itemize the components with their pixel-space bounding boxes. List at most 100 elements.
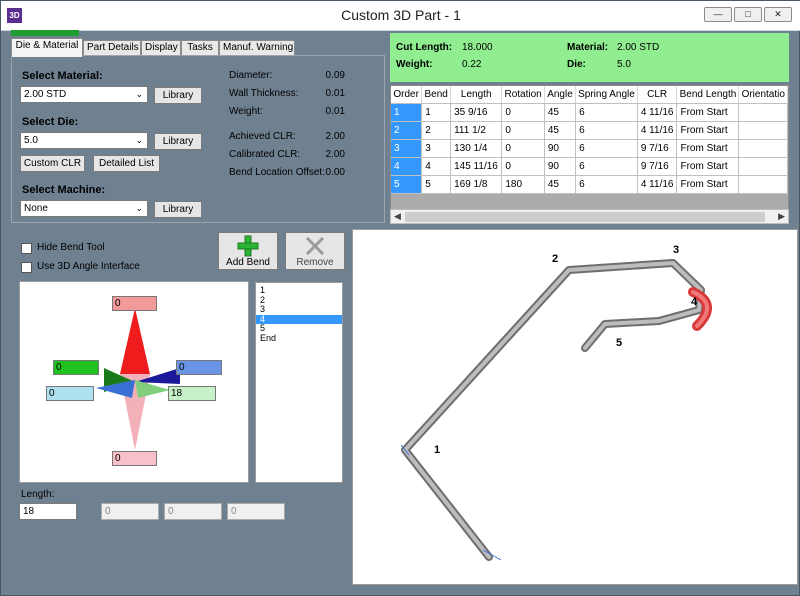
column-header[interactable]: Spring Angle (575, 86, 638, 104)
table-cell[interactable]: 9 7/16 (637, 139, 678, 158)
table-cell[interactable]: 169 1/8 (450, 175, 503, 194)
remove-button[interactable]: Remove (285, 232, 345, 270)
table-cell[interactable]: 145 11/16 (450, 157, 503, 176)
column-header[interactable]: CLR (637, 86, 678, 104)
gizmo-front-right-field[interactable]: 18 (168, 386, 216, 401)
gizmo-right-field[interactable]: 0 (176, 360, 222, 375)
add-bend-button[interactable]: Add Bend (218, 232, 278, 270)
table-cell[interactable] (738, 121, 788, 140)
table-cell[interactable]: 3 (421, 139, 452, 158)
table-cell[interactable]: 111 1/2 (450, 121, 503, 140)
list-item[interactable]: 1 (256, 285, 342, 296)
column-header[interactable]: Length (450, 86, 503, 104)
column-header[interactable]: Angle (544, 86, 577, 104)
table-cell[interactable]: 45 (544, 103, 577, 122)
tab-part-details[interactable]: Part Details (83, 40, 141, 56)
angle-gizmo[interactable]: 0 0 0 0 18 0 (19, 281, 249, 483)
table-cell[interactable]: 45 (544, 175, 577, 194)
table-cell[interactable]: 90 (544, 157, 577, 176)
column-header[interactable]: Bend (421, 86, 452, 104)
detailed-list-button[interactable]: Detailed List (93, 155, 160, 172)
table-cell[interactable]: 6 (575, 121, 638, 140)
gizmo-bottom-field[interactable]: 0 (112, 451, 157, 466)
length-field-4[interactable]: 0 (227, 503, 285, 520)
gizmo-top-field[interactable]: 0 (112, 296, 157, 311)
table-cell[interactable]: 180 (501, 175, 545, 194)
close-button[interactable]: ✕ (764, 7, 792, 22)
table-cell[interactable]: 6 (575, 103, 638, 122)
tab-die-material[interactable]: Die & Material (11, 38, 83, 57)
use-3d-angle-checkbox[interactable] (21, 262, 32, 273)
length-field-2[interactable]: 0 (101, 503, 159, 520)
table-cell[interactable]: 4 (421, 157, 452, 176)
table-cell[interactable]: 0 (501, 157, 545, 176)
table-cell[interactable]: 3 (391, 139, 423, 158)
custom-clr-button[interactable]: Custom CLR (20, 155, 85, 172)
gizmo-front-left-field[interactable]: 0 (46, 386, 94, 401)
table-cell[interactable]: 0 (501, 121, 545, 140)
table-cell[interactable]: 0 (501, 139, 545, 158)
table-cell[interactable]: 4 (391, 157, 423, 176)
table-row[interactable]: 3 3 130 1/4 0 90 6 9 7/16 From Start (391, 139, 788, 158)
table-cell[interactable]: 90 (544, 139, 577, 158)
table-cell[interactable]: 6 (575, 139, 638, 158)
material-select[interactable]: 2.00 STD ⌄ (20, 86, 148, 103)
maximize-button[interactable]: □ (734, 7, 762, 22)
table-cell[interactable]: 4 11/16 (637, 103, 678, 122)
scroll-right-icon[interactable]: ▶ (778, 211, 785, 222)
column-header[interactable]: Bend Length (676, 86, 740, 104)
tab-display[interactable]: Display (141, 40, 181, 56)
table-cell[interactable]: 0 (501, 103, 545, 122)
length-input[interactable]: 18 (19, 503, 77, 520)
table-cell[interactable] (738, 175, 788, 194)
tab-tasks[interactable]: Tasks (181, 40, 219, 56)
material-library-button[interactable]: Library (154, 87, 202, 104)
table-cell[interactable]: 4 11/16 (637, 121, 678, 140)
table-row[interactable]: 4 4 145 11/16 0 90 6 9 7/16 From Start (391, 157, 788, 176)
length-field-3[interactable]: 0 (164, 503, 222, 520)
table-cell[interactable]: 1 (391, 103, 423, 122)
table-row[interactable]: 1 1 35 9/16 0 45 6 4 11/16 From Start (391, 103, 788, 122)
table-cell[interactable]: From Start (676, 103, 740, 122)
minimize-button[interactable]: — (704, 7, 732, 22)
table-cell[interactable]: 45 (544, 121, 577, 140)
tab-manuf-warning[interactable]: Manuf. Warning (219, 40, 295, 56)
die-select[interactable]: 5.0 ⌄ (20, 132, 148, 149)
table-cell[interactable]: From Start (676, 175, 740, 194)
scroll-left-icon[interactable]: ◀ (394, 211, 401, 222)
table-cell[interactable]: 1 (421, 103, 452, 122)
table-cell[interactable]: 35 9/16 (450, 103, 503, 122)
table-cell[interactable]: From Start (676, 121, 740, 140)
column-header[interactable]: Order (391, 86, 423, 104)
machine-library-button[interactable]: Library (154, 201, 202, 218)
scrollbar-thumb[interactable] (405, 212, 765, 222)
table-cell[interactable]: 130 1/4 (450, 139, 503, 158)
list-item-selected[interactable]: 4 (256, 314, 342, 324)
bend-listbox[interactable]: 1 2 3 4 5 End (255, 282, 343, 483)
table-row[interactable]: 5 5 169 1/8 180 45 6 4 11/16 From Start (391, 175, 788, 194)
column-header[interactable]: Orientatio (738, 86, 788, 104)
list-item[interactable]: 3 (256, 304, 342, 315)
horizontal-scrollbar[interactable]: ◀ ▶ (390, 209, 789, 224)
table-row[interactable]: 2 2 111 1/2 0 45 6 4 11/16 From Start (391, 121, 788, 140)
column-header[interactable]: Rotation (501, 86, 545, 104)
3d-viewport[interactable]: 1 2 3 4 5 (352, 229, 798, 585)
table-cell[interactable] (738, 103, 788, 122)
list-item[interactable]: 2 (256, 295, 342, 306)
table-cell[interactable]: 2 (421, 121, 452, 140)
table-cell[interactable]: 6 (575, 175, 638, 194)
hide-bend-tool-checkbox[interactable] (21, 243, 32, 254)
table-cell[interactable] (738, 139, 788, 158)
gizmo-left-field[interactable]: 0 (53, 360, 99, 375)
table-cell[interactable]: 5 (391, 175, 423, 194)
table-cell[interactable]: From Start (676, 157, 740, 176)
list-item[interactable]: End (256, 333, 342, 344)
table-cell[interactable]: From Start (676, 139, 740, 158)
table-cell[interactable]: 9 7/16 (637, 157, 678, 176)
die-library-button[interactable]: Library (154, 133, 202, 150)
table-cell[interactable]: 4 11/16 (637, 175, 678, 194)
table-cell[interactable]: 5 (421, 175, 452, 194)
table-cell[interactable] (738, 157, 788, 176)
table-cell[interactable]: 6 (575, 157, 638, 176)
machine-select[interactable]: None ⌄ (20, 200, 148, 217)
